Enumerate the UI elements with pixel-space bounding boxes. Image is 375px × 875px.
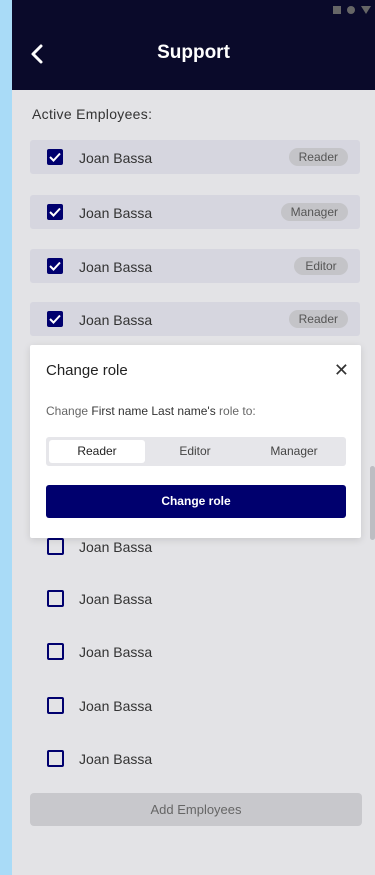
role-badge[interactable]: Manager: [280, 203, 348, 221]
circle-icon: [347, 6, 355, 14]
section-label: Active Employees:: [32, 106, 153, 122]
employee-name: Joan Bassa: [79, 312, 153, 328]
employee-row[interactable]: Joan Bassa: [30, 688, 360, 722]
checkbox-unchecked[interactable]: [47, 590, 64, 607]
role-badge[interactable]: Editor: [294, 257, 348, 275]
add-employees-button[interactable]: Add Employees: [30, 793, 362, 826]
checkbox-checked[interactable]: [47, 311, 63, 327]
modal-description: Change First name Last name's role to:: [46, 404, 256, 418]
square-icon: [333, 6, 341, 14]
scrollbar[interactable]: [370, 466, 375, 540]
role-option-manager[interactable]: Manager: [245, 440, 343, 463]
modal-title: Change role: [46, 362, 128, 379]
checkbox-checked[interactable]: [47, 149, 63, 165]
employee-name: Joan Bassa: [79, 698, 153, 714]
checkbox-unchecked[interactable]: [47, 643, 64, 660]
checkbox-unchecked[interactable]: [47, 538, 64, 555]
role-option-reader[interactable]: Reader: [49, 440, 145, 463]
modal-text-suffix: role to:: [215, 404, 256, 418]
checkbox-unchecked[interactable]: [47, 697, 64, 714]
employee-row[interactable]: Joan Bassa: [30, 634, 360, 668]
employee-name: Joan Bassa: [79, 150, 153, 166]
employee-name: Joan Bassa: [79, 644, 153, 660]
employee-name: Joan Bassa: [79, 591, 153, 607]
employee-name: Joan Bassa: [79, 751, 153, 767]
employee-name: Joan Bassa: [79, 205, 153, 221]
employee-row[interactable]: Joan Bassa: [30, 581, 360, 615]
checkbox-checked[interactable]: [47, 258, 63, 274]
role-option-editor[interactable]: Editor: [147, 440, 243, 463]
app-screen: Support Active Employees: Joan Bassa Rea…: [12, 0, 375, 875]
employee-name: Joan Bassa: [79, 259, 153, 275]
employee-row[interactable]: Joan Bassa: [30, 741, 360, 775]
role-badge[interactable]: Reader: [288, 148, 348, 166]
page-title: Support: [157, 42, 230, 63]
status-bar: [333, 6, 371, 14]
employee-row[interactable]: Joan Bassa Reader: [30, 140, 360, 174]
employee-row[interactable]: Joan Bassa Manager: [30, 195, 360, 229]
change-role-modal: Change role ✕ Change First name Last nam…: [30, 345, 361, 538]
triangle-down-icon: [361, 6, 371, 14]
checkbox-unchecked[interactable]: [47, 750, 64, 767]
modal-text-prefix: Change: [46, 404, 92, 418]
employee-row[interactable]: Joan Bassa Editor: [30, 249, 360, 283]
header-bar: Support: [12, 0, 375, 90]
role-selector[interactable]: Reader Editor Manager: [46, 437, 346, 466]
role-badge[interactable]: Reader: [288, 310, 348, 328]
change-role-button[interactable]: Change role: [46, 485, 346, 518]
modal-text-name: First name Last name's: [91, 404, 216, 418]
checkbox-checked[interactable]: [47, 204, 63, 220]
employee-row[interactable]: Joan Bassa Reader: [30, 302, 360, 336]
employee-name: Joan Bassa: [79, 539, 153, 555]
close-icon[interactable]: ✕: [334, 361, 349, 379]
